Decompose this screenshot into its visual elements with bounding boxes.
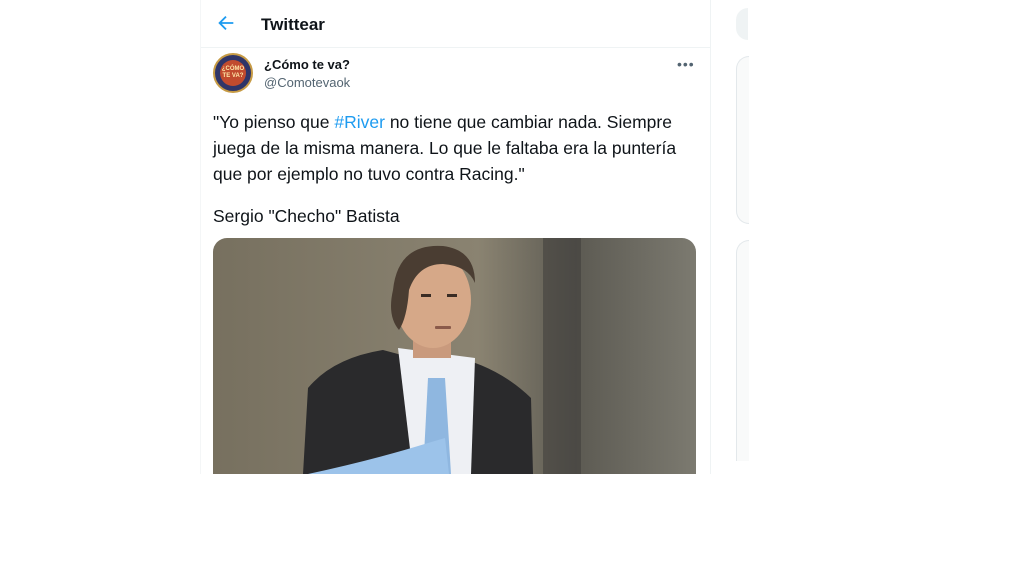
more-horizontal-icon[interactable]: ••• — [677, 56, 695, 72]
tweet-photo[interactable] — [213, 238, 696, 474]
avatar-logo-text: ¿CÓMO TE VA? — [221, 66, 245, 79]
display-name[interactable]: ¿Cómo te va? — [264, 57, 350, 72]
arrow-left-icon[interactable] — [215, 12, 237, 34]
page-title: Twittear — [261, 15, 325, 34]
tweet-text: "Yo pienso que #River no tiene que cambi… — [213, 109, 699, 187]
tweet-text-start: "Yo pienso que — [213, 112, 335, 132]
search-bar-edge[interactable] — [736, 8, 748, 40]
side-panel-edge-lower — [736, 240, 749, 461]
avatar[interactable]: ¿CÓMO TE VA? — [213, 53, 253, 93]
header: Twittear — [201, 0, 710, 48]
user-handle[interactable]: @Comotevaok — [264, 75, 350, 90]
tweet-column: Twittear ¿CÓMO TE VA? ¿Cómo te va? @Comot… — [200, 0, 711, 474]
hashtag-link[interactable]: #River — [334, 112, 385, 132]
side-panel-edge — [736, 56, 749, 224]
tweet-author-line: Sergio "Checho" Batista — [213, 206, 400, 226]
